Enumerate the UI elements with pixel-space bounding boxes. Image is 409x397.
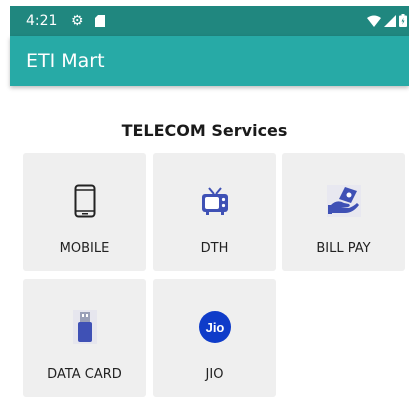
tv-icon (197, 183, 233, 219)
service-tile-data-card[interactable]: DATA CARD (23, 279, 146, 397)
bill-pay-icon (326, 183, 362, 219)
service-tile-dth[interactable]: DTH (153, 153, 276, 271)
service-label: DTH (200, 241, 229, 256)
signal-icon (384, 14, 396, 27)
mobile-phone-icon (67, 183, 103, 219)
service-tile-jio[interactable]: Jio JIO (153, 279, 276, 397)
wifi-icon (367, 15, 381, 27)
status-bar: 4:21 ⚙ (10, 6, 409, 36)
gear-icon: ⚙ (71, 12, 84, 28)
service-label: BILL PAY (316, 241, 371, 256)
service-label: JIO (205, 367, 224, 382)
service-tile-mobile[interactable]: MOBILE (23, 153, 146, 271)
status-time: 4:21 (26, 13, 58, 29)
service-label: DATA CARD (47, 367, 122, 382)
app-bar: ETI Mart (10, 36, 409, 86)
section-title: TELECOM Services (121, 121, 288, 140)
app-title: ETI Mart (26, 50, 105, 72)
usb-data-card-icon (67, 309, 103, 345)
service-label: MOBILE (59, 241, 110, 256)
battery-icon (399, 14, 407, 27)
jio-logo-icon: Jio (197, 309, 233, 345)
jio-logo-text: Jio (205, 320, 224, 335)
sd-card-icon (95, 15, 105, 27)
service-tile-bill-pay[interactable]: BILL PAY (282, 153, 405, 271)
